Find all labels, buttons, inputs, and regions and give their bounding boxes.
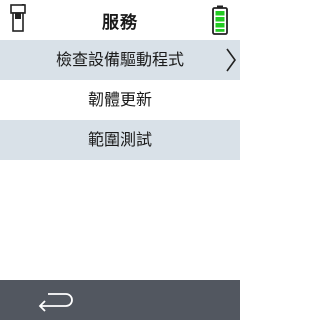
battery-icon xyxy=(212,5,228,35)
menu-item-check-device-driver[interactable]: 檢查設備驅動程式 xyxy=(0,40,240,80)
chevron-right-icon[interactable] xyxy=(224,46,238,74)
back-icon[interactable] xyxy=(36,288,74,312)
menu-item-firmware-update[interactable]: 韌體更新 xyxy=(0,80,240,120)
menu-item-label: 韌體更新 xyxy=(87,90,152,109)
menu-item-range-test[interactable]: 範圍測試 xyxy=(0,120,240,160)
menu-item-label: 檢查設備驅動程式 xyxy=(55,50,184,69)
header-bar: 服務 xyxy=(0,0,240,40)
menu-item-label: 範圍測試 xyxy=(87,130,152,149)
footer-bar xyxy=(0,280,240,320)
service-menu: 檢查設備驅動程式 韌體更新 範圍測試 xyxy=(0,40,240,160)
page-title: 服務 xyxy=(102,13,138,33)
